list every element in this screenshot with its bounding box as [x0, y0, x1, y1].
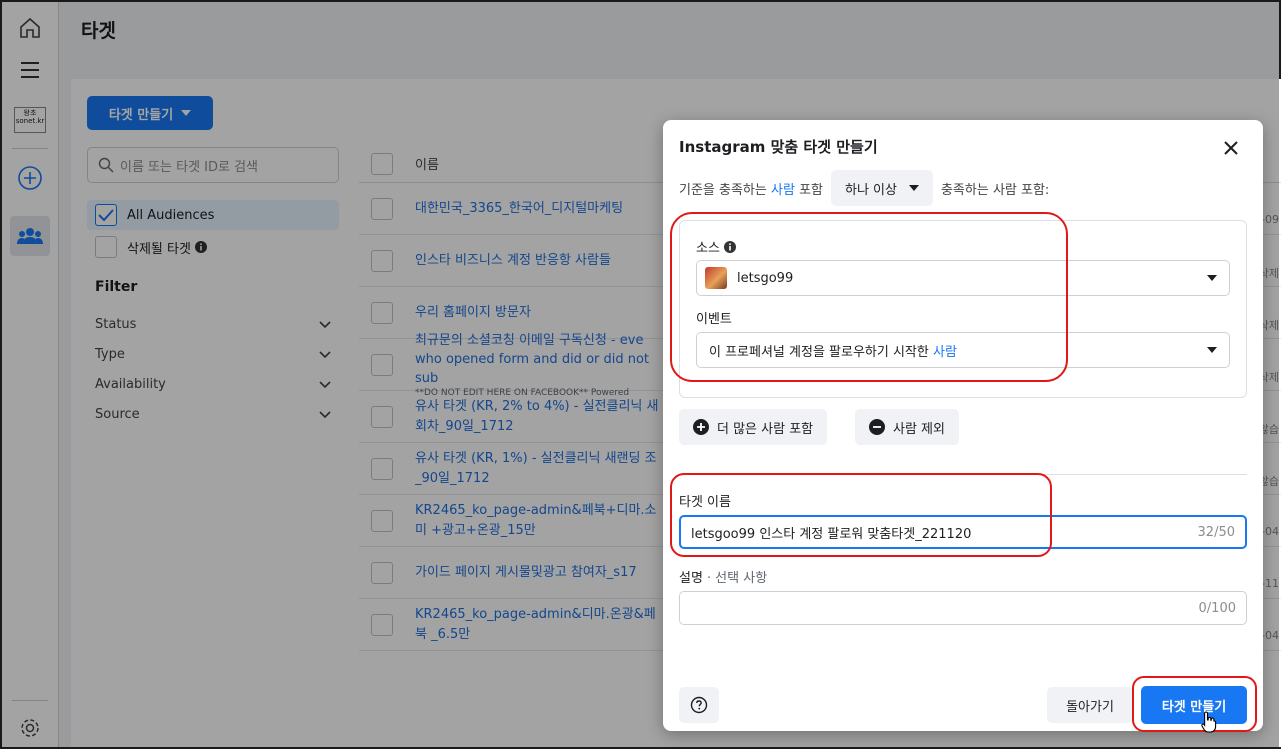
- audience-name-value: letsgoo99 인스타 계정 팔로워 맞춤타겟_221120: [691, 526, 972, 542]
- event-value: 이 프로페셔널 계정을 팔로우하기 시작한: [709, 344, 929, 360]
- audience-name-label: 타겟 이름: [679, 495, 731, 510]
- caret-down-icon: [1207, 347, 1217, 353]
- event-label: 이벤트: [696, 312, 732, 327]
- avatar: [705, 267, 727, 289]
- help-button[interactable]: [679, 687, 719, 723]
- audience-name-input[interactable]: letsgoo99 인스타 계정 팔로워 맞춤타겟_221120 32/50: [679, 515, 1247, 549]
- dialog-title: Instagram 맞춤 타겟 만들기: [679, 138, 878, 156]
- event-value-link: 사람: [933, 344, 957, 360]
- description-label: 설명 · 선택 사항: [679, 567, 767, 586]
- caret-down-icon: [908, 185, 919, 191]
- match-mode-dropdown[interactable]: 하나 이상: [830, 170, 933, 206]
- plus-circle-icon: [693, 419, 709, 435]
- create-audience-submit-button[interactable]: 타겟 만들기: [1141, 686, 1247, 724]
- source-select[interactable]: letsgo99: [696, 260, 1230, 296]
- close-icon[interactable]: [1219, 136, 1243, 160]
- caret-down-icon: [1207, 275, 1217, 281]
- minus-circle-icon: [869, 419, 885, 435]
- include-more-people-button[interactable]: 더 많은 사람 포함: [679, 409, 828, 445]
- exclude-label: 사람 제외: [893, 421, 945, 437]
- criteria-people-link[interactable]: 사람: [771, 179, 795, 198]
- hand-cursor-icon: [1201, 711, 1217, 733]
- description-count: 0/100: [1198, 600, 1236, 616]
- include-more-label: 더 많은 사람 포함: [717, 421, 814, 437]
- exclude-people-button[interactable]: 사람 제외: [855, 409, 959, 445]
- source-label: 소스: [696, 237, 736, 256]
- description-optional-text: · 선택 사항: [706, 571, 768, 586]
- criteria-suffix: 충족하는 사람 포함:: [940, 182, 1050, 198]
- back-button[interactable]: 돌아가기: [1047, 687, 1133, 723]
- create-custom-audience-dialog: Instagram 맞춤 타겟 만들기 기준을 충족하는 사람 포함 하나 이상…: [663, 120, 1263, 731]
- criteria-mid: 포함: [799, 182, 823, 198]
- criteria-row: 기준을 충족하는 사람 포함 하나 이상 충족하는 사람 포함:: [679, 170, 1049, 206]
- audience-name-count: 32/50: [1197, 524, 1235, 540]
- criteria-prefix: 기준을 충족하는: [679, 182, 767, 198]
- divider: [679, 474, 1247, 475]
- match-mode-value: 하나 이상: [844, 182, 897, 198]
- event-select[interactable]: 이 프로페셔널 계정을 팔로우하기 시작한 사람: [696, 332, 1230, 368]
- description-input[interactable]: 0/100: [679, 591, 1247, 625]
- source-label-text: 소스: [696, 241, 720, 256]
- question-circle-icon: [690, 696, 708, 714]
- description-label-text: 설명: [679, 571, 703, 586]
- source-value: letsgo99: [737, 270, 794, 286]
- rule-box: [679, 220, 1247, 398]
- info-icon: [723, 240, 736, 253]
